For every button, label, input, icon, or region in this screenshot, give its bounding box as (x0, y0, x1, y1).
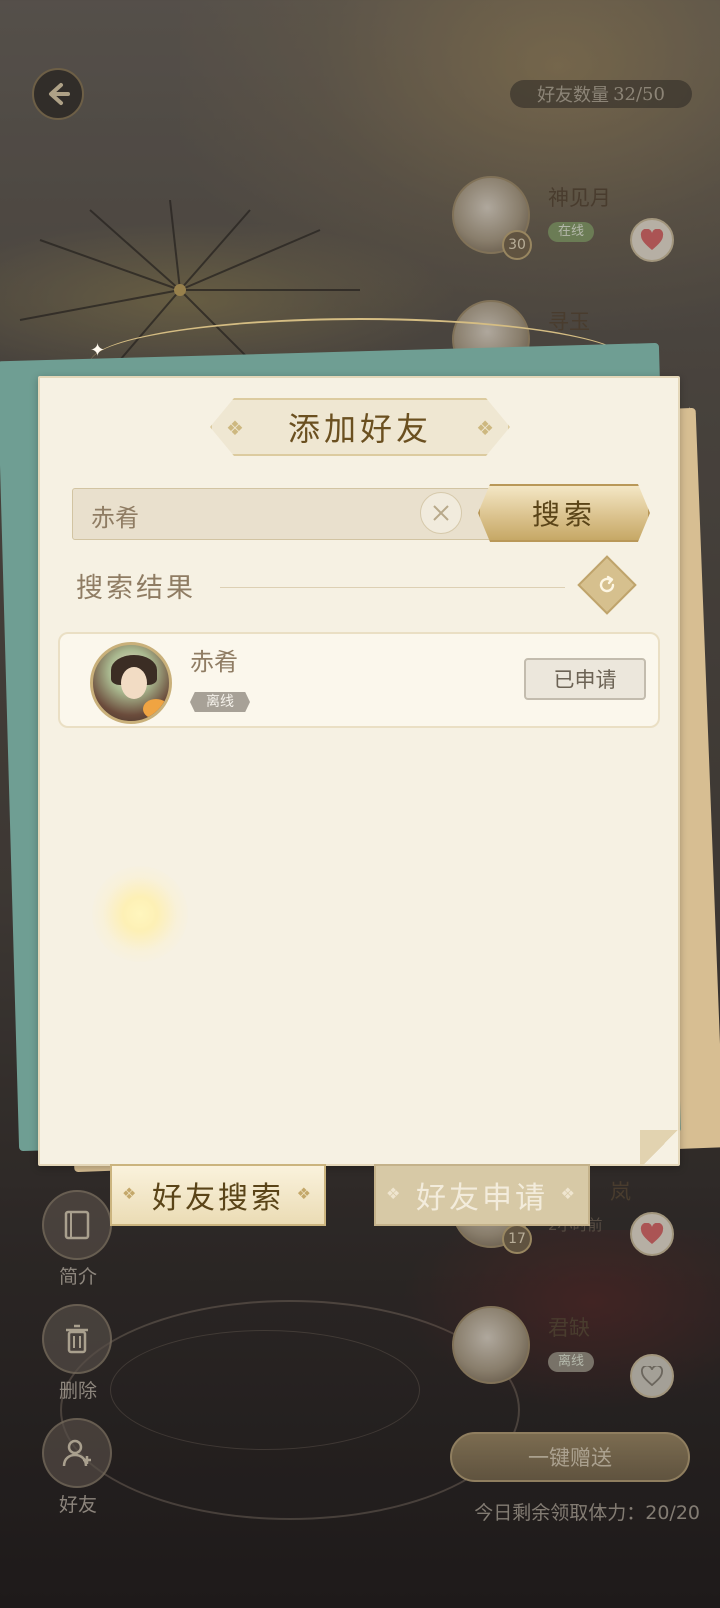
tab-friend-requests[interactable]: ❖ 好友申请 ❖ (374, 1164, 590, 1226)
diamond-deco-icon: ❖ (560, 1184, 578, 1203)
diamond-deco-icon: ❖ (122, 1184, 140, 1203)
refresh-icon (599, 575, 615, 593)
status-badge: 离线 (190, 692, 250, 712)
dialog-title: 添加好友 (287, 410, 432, 448)
diamond-deco-icon: ❖ (386, 1184, 404, 1203)
avatar-fan (143, 699, 169, 719)
search-input[interactable] (91, 497, 391, 533)
results-divider (220, 587, 565, 588)
tab-friend-search-label: 好友搜索 (152, 1181, 284, 1216)
diamond-deco-icon: ❖ (226, 416, 244, 440)
search-result-card[interactable]: 赤肴 离线 已申请 (58, 632, 660, 728)
dialog-title-banner: ❖ 添加好友 ❖ (210, 398, 510, 456)
tab-friend-search[interactable]: ❖ 好友搜索 ❖ (110, 1164, 326, 1226)
tab-friend-requests-label: 好友申请 (416, 1181, 548, 1216)
avatar (90, 642, 172, 724)
avatar-face (121, 667, 147, 699)
results-label: 搜索结果 (76, 573, 196, 604)
clear-search-button[interactable] (420, 492, 462, 534)
applied-button[interactable]: 已申请 (524, 658, 646, 700)
light-orb (92, 866, 188, 962)
search-button[interactable]: 搜索 (478, 484, 650, 542)
close-icon (433, 505, 449, 521)
result-player-name: 赤肴 (190, 648, 238, 676)
diamond-deco-icon: ❖ (476, 416, 494, 440)
diamond-deco-icon: ❖ (296, 1184, 314, 1203)
